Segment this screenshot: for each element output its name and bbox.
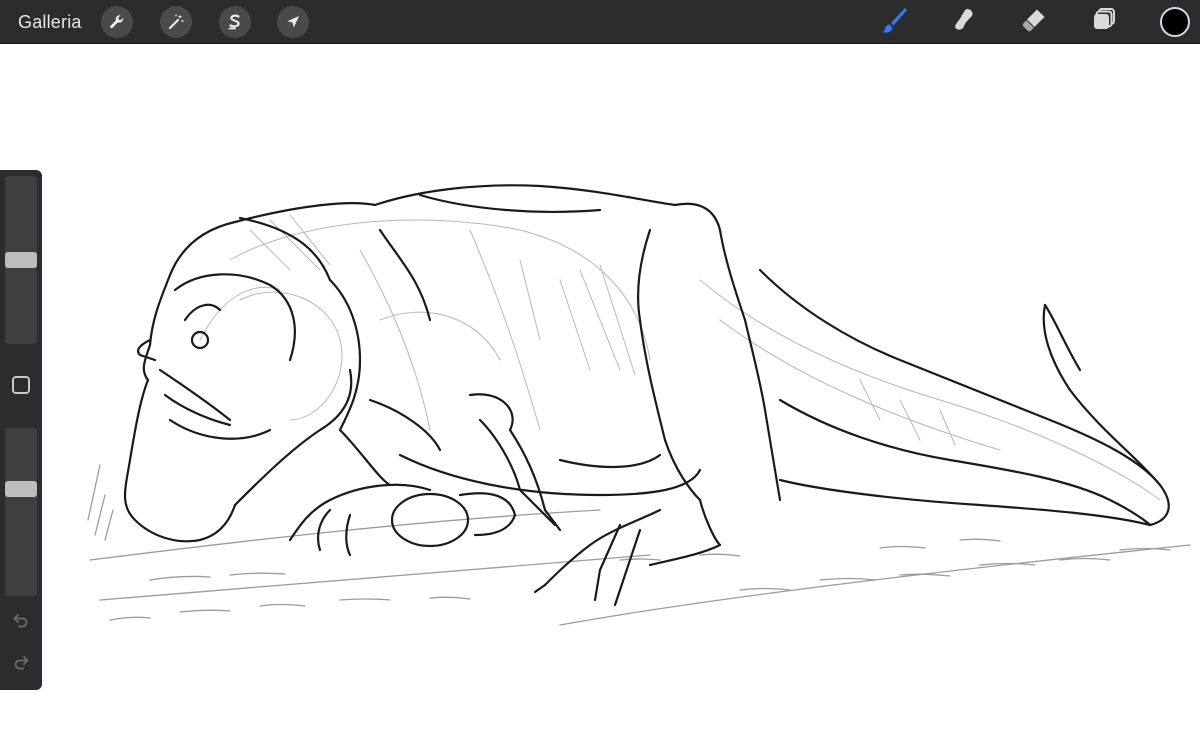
transform-arrow-icon: [284, 13, 302, 31]
actions-button[interactable]: [101, 6, 133, 38]
adjustments-button[interactable]: [160, 6, 192, 38]
color-picker-button[interactable]: [1160, 7, 1190, 37]
smudge-tool-button[interactable]: [948, 6, 980, 38]
procreate-app: Galleria: [0, 0, 1200, 732]
selection-icon: [226, 13, 244, 31]
wrench-icon: [108, 13, 126, 31]
transform-button[interactable]: [277, 6, 309, 38]
eraser-icon: [1020, 6, 1048, 39]
layers-tool-button[interactable]: [1088, 6, 1120, 38]
drawing-canvas[interactable]: [0, 44, 1200, 732]
brush-icon: [879, 5, 909, 40]
brush-tool-button[interactable]: [878, 6, 910, 38]
top-toolbar: Galleria: [0, 0, 1200, 44]
smudge-icon: [950, 6, 978, 39]
eraser-tool-button[interactable]: [1018, 6, 1050, 38]
magic-wand-icon: [167, 13, 185, 31]
trex-sketch: [87, 184, 1191, 626]
selection-button[interactable]: [219, 6, 251, 38]
layers-icon: [1090, 6, 1118, 39]
gallery-button[interactable]: Galleria: [18, 11, 82, 33]
